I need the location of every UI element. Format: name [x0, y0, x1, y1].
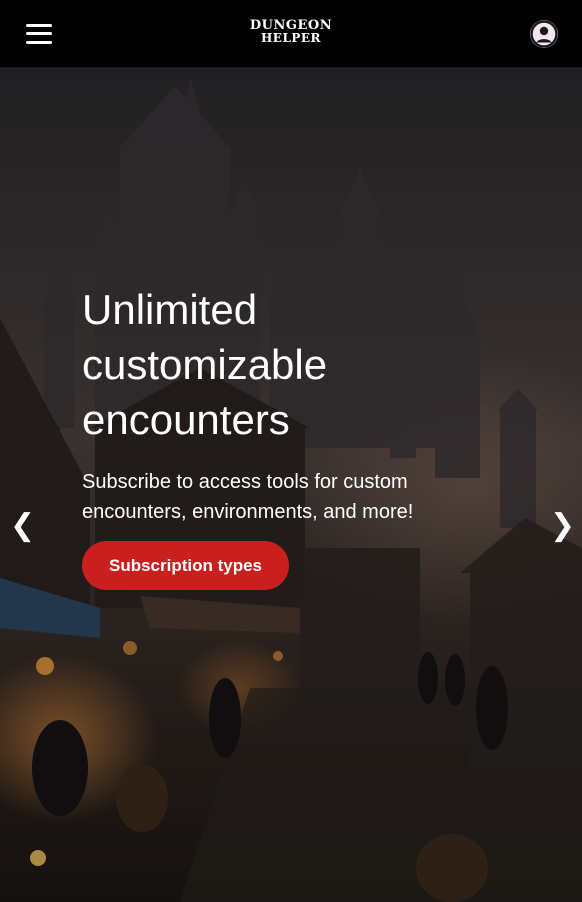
site-logo[interactable]: DUNGEON HELPER — [250, 19, 332, 45]
logo-line-2: HELPER — [260, 31, 322, 45]
hero-subtitle: Subscribe to access tools for custom enc… — [82, 471, 414, 523]
chevron-left-icon[interactable]: ❮ — [10, 506, 35, 546]
hamburger-menu-icon[interactable] — [26, 23, 52, 44]
subscription-types-button[interactable]: Subscription types — [82, 541, 289, 590]
hero-carousel-slide: Unlimited customizable encounters Subscr… — [0, 68, 582, 902]
account-circle-icon[interactable] — [530, 19, 558, 48]
hero-title: Unlimited customizable encounters — [82, 286, 328, 443]
chevron-right-icon[interactable]: ❯ — [550, 506, 575, 546]
top-navigation-bar: DUNGEON HELPER — [0, 0, 582, 68]
